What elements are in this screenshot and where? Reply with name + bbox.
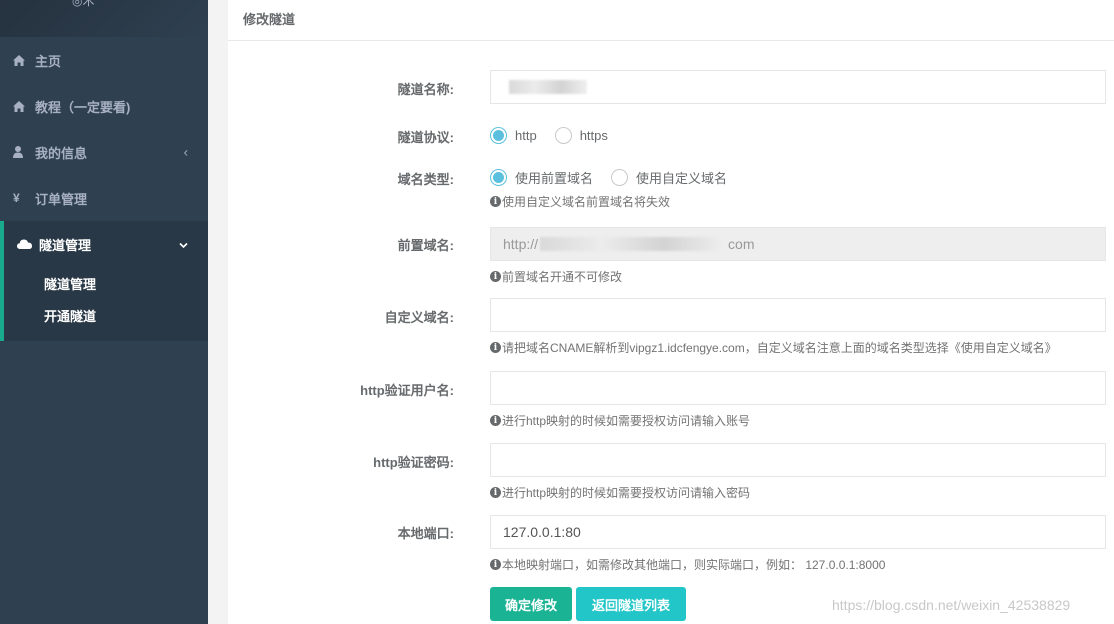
redacted-text xyxy=(509,80,587,94)
radio-custom-domain-label: 使用自定义域名 xyxy=(636,170,728,186)
front-domain-control: http:// com i 前置域名开通不可修改 xyxy=(490,227,1106,285)
front-domain-suffix: com xyxy=(728,236,755,252)
brand-logo-fragment: ◎术 xyxy=(72,0,95,8)
yen-icon: ¥ xyxy=(13,191,20,205)
http-password-control: i 进行http映射的时候如需要授权访问请输入密码 xyxy=(490,443,1106,501)
sidebar-item-my-info[interactable]: 我的信息 ‹ xyxy=(0,129,208,175)
radio-https-label: https xyxy=(579,127,608,143)
local-port-input[interactable]: 127.0.0.1:80 xyxy=(490,515,1106,549)
domain-type-radio-group: 使用前置域名 使用自定义域名 xyxy=(490,167,1106,187)
chevron-down-icon xyxy=(179,237,188,252)
radio-front-domain[interactable] xyxy=(490,168,507,186)
info-icon: i xyxy=(490,196,501,207)
home-icon xyxy=(13,100,29,112)
chevron-left-icon: ‹ xyxy=(183,144,188,160)
protocol-control: http https xyxy=(490,125,1106,145)
radio-http-label: http xyxy=(515,127,537,143)
local-port-label: 本地端口: xyxy=(397,526,454,541)
panel-title: 修改隧道 xyxy=(228,0,1114,41)
info-icon: i xyxy=(490,559,501,570)
cloud-icon xyxy=(17,239,33,249)
custom-domain-label: 自定义域名: xyxy=(384,310,454,325)
custom-domain-help: i 请把域名CNAME解析到vipgz1.idcfengye.com，自定义域名… xyxy=(490,339,1106,356)
radio-https[interactable] xyxy=(554,126,572,144)
protocol-label: 隧道协议: xyxy=(397,130,454,145)
sidebar-subitem-tunnel-list[interactable]: 隧道管理 xyxy=(4,267,208,299)
info-icon: i xyxy=(490,415,501,426)
http-user-help: i 进行http映射的时候如需要授权访问请输入账号 xyxy=(490,412,1106,429)
tunnel-name-control xyxy=(490,70,1106,104)
domain-type-help: i 使用自定义域名前置域名将失效 xyxy=(490,193,1106,210)
watermark: https://blog.csdn.net/weixin_42538829 xyxy=(832,597,1071,613)
radio-selected-dot xyxy=(493,171,504,183)
info-icon: i xyxy=(490,487,501,498)
help-text: 进行http映射的时候如需要授权访问请输入账号 xyxy=(502,414,751,428)
front-domain-prefix: http:// xyxy=(503,236,539,252)
tunnel-name-label: 隧道名称: xyxy=(397,82,454,97)
http-user-label: http验证用户名: xyxy=(360,383,454,398)
custom-domain-input[interactable] xyxy=(490,298,1106,332)
radio-selected-dot xyxy=(493,129,504,141)
http-password-label: http验证密码: xyxy=(373,455,454,470)
http-user-input[interactable] xyxy=(490,371,1106,405)
protocol-radio-group: http https xyxy=(490,125,1106,145)
back-to-tunnel-list-button[interactable]: 返回隧道列表 xyxy=(576,587,686,621)
front-domain-input: http:// com xyxy=(490,227,1106,261)
http-user-control: i 进行http映射的时候如需要授权访问请输入账号 xyxy=(490,371,1106,429)
confirm-edit-button[interactable]: 确定修改 xyxy=(490,587,572,621)
local-port-control: 127.0.0.1:80 i 本地映射端口，如需修改其他端口，则实际端口，例如：… xyxy=(490,515,1106,573)
sidebar-submenu: 隧道管理 开通隧道 xyxy=(4,267,208,341)
http-password-input[interactable] xyxy=(490,443,1106,477)
help-text: 请把域名CNAME解析到vipgz1.idcfengye.com，自定义域名注意… xyxy=(502,341,1057,355)
sidebar-item-label: 订单管理 xyxy=(35,191,88,207)
local-port-help: i 本地映射端口，如需修改其他端口，则实际端口，例如： 127.0.0.1:80… xyxy=(490,556,1106,573)
sidebar: ◎术 主页 教程（一定要看) 我的信息 ‹ ¥ 订单管理 隧道管理 隧道管理 开… xyxy=(0,0,208,624)
radio-custom-domain[interactable] xyxy=(611,168,629,186)
radio-http[interactable] xyxy=(490,126,507,144)
sidebar-subitem-open-tunnel[interactable]: 开通隧道 xyxy=(4,299,208,331)
user-icon xyxy=(13,146,29,158)
brand-area: ◎术 xyxy=(0,0,208,37)
front-domain-label: 前置域名: xyxy=(397,238,454,253)
sidebar-item-tunnel-management[interactable]: 隧道管理 xyxy=(4,221,208,267)
domain-type-control: 使用前置域名 使用自定义域名 i 使用自定义域名前置域名将失效 xyxy=(490,167,1106,210)
help-text: 本地映射端口，如需修改其他端口，则实际端口，例如： 127.0.0.1:8000 xyxy=(502,558,886,572)
redacted-text xyxy=(540,237,727,251)
custom-domain-control: i 请把域名CNAME解析到vipgz1.idcfengye.com，自定义域名… xyxy=(490,298,1106,356)
http-password-help: i 进行http映射的时候如需要授权访问请输入密码 xyxy=(490,484,1106,501)
sidebar-item-tutorial[interactable]: 教程（一定要看) xyxy=(0,83,208,129)
info-icon: i xyxy=(490,342,501,353)
front-domain-help: i 前置域名开通不可修改 xyxy=(490,268,1106,285)
help-text: 前置域名开通不可修改 xyxy=(502,270,623,284)
help-text: 使用自定义域名前置域名将失效 xyxy=(502,195,671,209)
sidebar-item-label: 我的信息 xyxy=(35,145,88,161)
sidebar-item-home[interactable]: 主页 xyxy=(0,37,208,83)
domain-type-label: 域名类型: xyxy=(397,172,454,187)
radio-front-domain-label: 使用前置域名 xyxy=(515,170,594,186)
tunnel-name-input[interactable] xyxy=(490,70,1106,104)
help-text: 进行http映射的时候如需要授权访问请输入密码 xyxy=(502,486,751,500)
sidebar-item-orders[interactable]: ¥ 订单管理 xyxy=(0,175,208,221)
edit-tunnel-panel: 修改隧道 隧道名称: 隧道协议: http https 域名类型: 使用前置域名 xyxy=(228,0,1114,624)
sidebar-item-label: 主页 xyxy=(35,53,62,69)
sidebar-item-label: 隧道管理 xyxy=(39,237,92,253)
info-icon: i xyxy=(490,271,501,282)
sidebar-group-tunnels: 隧道管理 隧道管理 开通隧道 xyxy=(0,221,208,341)
home-icon xyxy=(13,54,29,66)
sidebar-item-label: 教程（一定要看) xyxy=(35,99,131,115)
